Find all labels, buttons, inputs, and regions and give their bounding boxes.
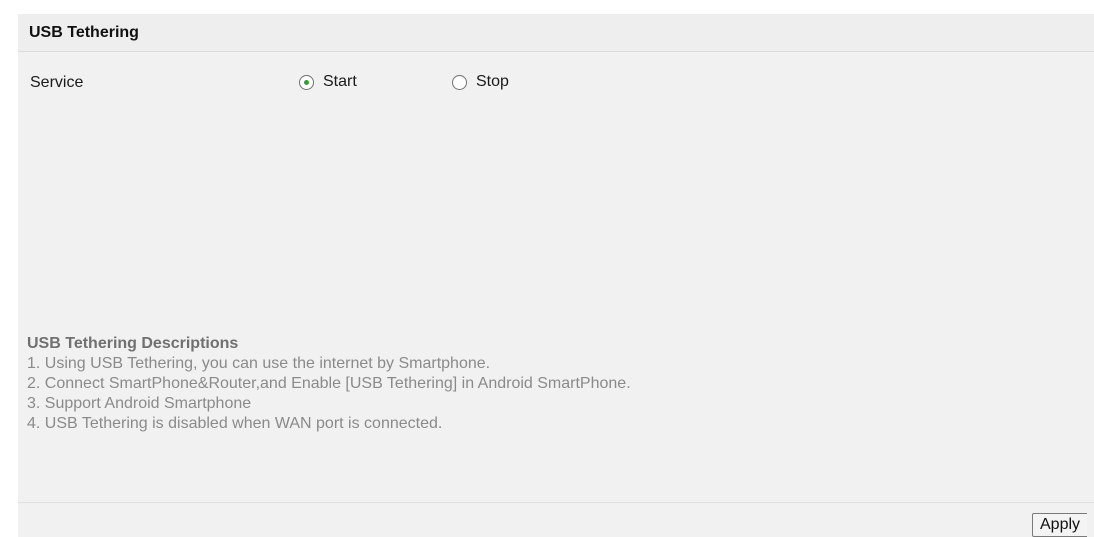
- descriptions-section: USB Tethering Descriptions 1. Using USB …: [27, 334, 1027, 434]
- radio-unchecked-icon[interactable]: [452, 74, 467, 90]
- apply-button[interactable]: Apply: [1032, 513, 1088, 537]
- radio-checked-icon[interactable]: [299, 74, 314, 90]
- service-stop-radio[interactable]: Stop: [452, 71, 509, 93]
- description-item: 3. Support Android Smartphone: [27, 395, 252, 412]
- service-stop-label[interactable]: Stop: [476, 73, 509, 91]
- description-item: 1. Using USB Tethering, you can use the …: [27, 355, 491, 372]
- service-start-radio[interactable]: Start: [299, 71, 357, 93]
- panel-header: USB Tethering: [18, 14, 1094, 52]
- service-label: Service: [30, 74, 84, 91]
- page: USB Tethering Service Start Stop USB Tet…: [0, 0, 1094, 537]
- description-item: 4. USB Tethering is disabled when WAN po…: [27, 415, 443, 432]
- footer-divider: [18, 502, 1094, 503]
- panel-title: USB Tethering: [29, 24, 139, 41]
- descriptions-title: USB Tethering Descriptions: [27, 335, 239, 352]
- description-item: 2. Connect SmartPhone&Router,and Enable …: [27, 375, 631, 392]
- usb-tethering-panel: USB Tethering Service Start Stop USB Tet…: [18, 14, 1094, 537]
- service-start-label[interactable]: Start: [323, 73, 357, 91]
